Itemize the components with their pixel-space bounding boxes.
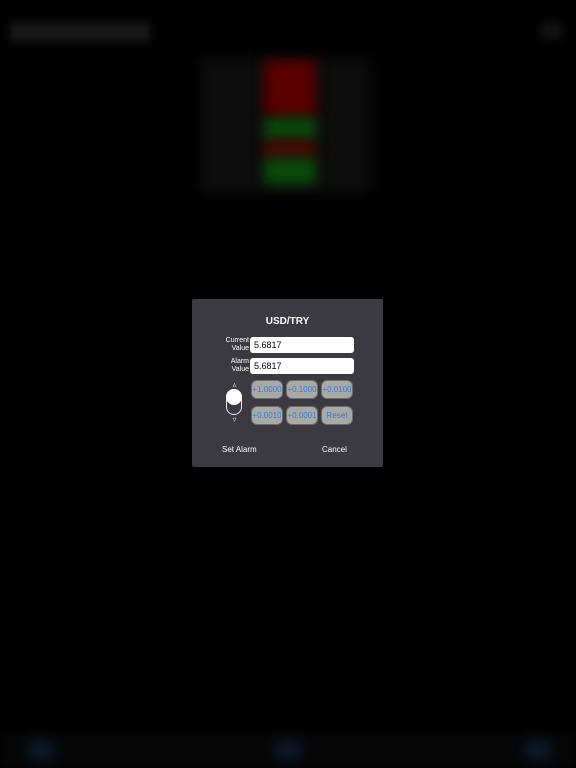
background-tab-icon bbox=[28, 740, 54, 760]
current-value-field[interactable] bbox=[250, 337, 354, 353]
background-tab-icon bbox=[525, 740, 551, 760]
up-arrow-icon: ▵ bbox=[232, 380, 237, 389]
cancel-button[interactable]: Cancel bbox=[322, 445, 347, 454]
current-value-label-line1: Current bbox=[225, 337, 249, 344]
add-0.01-button[interactable]: +0.0100 bbox=[321, 380, 353, 399]
alarm-value-label-line1: Alarm bbox=[230, 358, 249, 365]
alarm-value-label: Alarm Value bbox=[212, 358, 249, 374]
dialog-title: USD/TRY bbox=[265, 316, 310, 327]
add-1-button[interactable]: +1.0000 bbox=[251, 380, 283, 399]
current-value-label: Current Value bbox=[212, 337, 249, 353]
background-cell-red bbox=[264, 140, 316, 158]
background-cell-green bbox=[264, 158, 316, 184]
add-0.1-button[interactable]: +0.1000 bbox=[286, 380, 318, 399]
background-cell-red bbox=[264, 60, 316, 116]
background-app-title bbox=[10, 22, 150, 42]
add-0.001-button[interactable]: +0.0010 bbox=[251, 406, 283, 425]
current-value-label-line2: Value bbox=[231, 345, 249, 352]
set-alarm-button[interactable]: Set Alarm bbox=[222, 445, 257, 454]
toggle-knob[interactable] bbox=[226, 389, 242, 405]
add-0.0001-button[interactable]: +0.0001 bbox=[286, 406, 318, 425]
direction-toggle[interactable]: ▵ ▿ bbox=[226, 380, 243, 424]
background-tab-icon bbox=[275, 740, 301, 760]
reset-button[interactable]: Reset bbox=[321, 406, 353, 425]
down-arrow-icon: ▿ bbox=[232, 415, 237, 424]
background-cell-green bbox=[264, 118, 316, 140]
alarm-dialog: USD/TRY Current Value Alarm Value ▵ ▿ +1… bbox=[192, 299, 383, 467]
background-corner-icon bbox=[540, 22, 562, 40]
background-tab-bar bbox=[0, 732, 576, 768]
alarm-value-field[interactable] bbox=[250, 358, 354, 374]
alarm-value-label-line2: Value bbox=[231, 366, 249, 373]
